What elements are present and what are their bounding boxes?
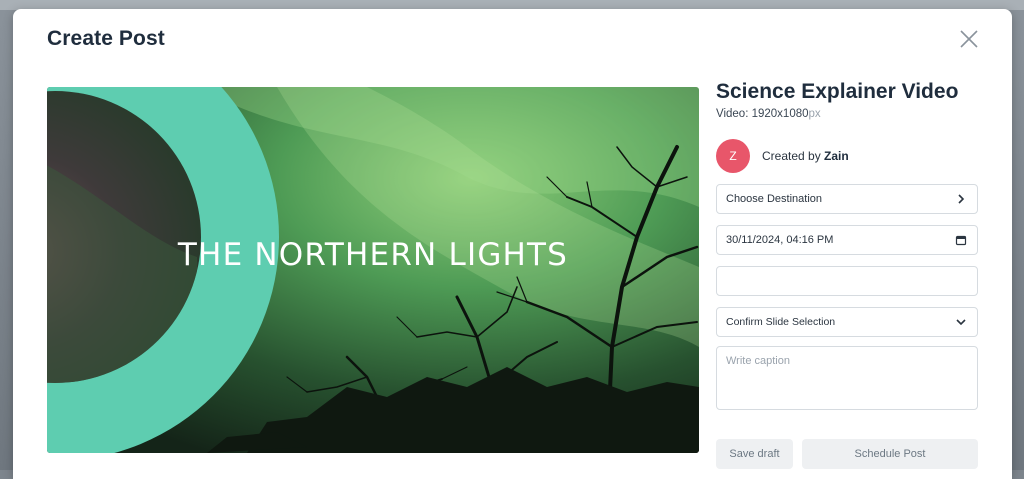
video-title: Science Explainer Video	[716, 80, 959, 103]
close-icon	[960, 30, 978, 48]
close-button[interactable]	[957, 27, 981, 51]
creator-text: Created by Zain	[762, 149, 849, 163]
video-dimensions-value: Video: 1920x1080	[716, 108, 809, 120]
creator-row: Z Created by Zain	[716, 139, 978, 173]
slide-title-overlay: THE NORTHERN LIGHTS	[177, 237, 569, 273]
video-dimensions: Video: 1920x1080px	[716, 108, 978, 120]
choose-destination-label: Choose Destination	[726, 193, 823, 205]
slide-preview[interactable]: THE NORTHERN LIGHTS	[47, 87, 699, 453]
calendar-icon[interactable]	[955, 234, 967, 246]
datetime-value: 30/11/2024, 04:16 PM	[726, 234, 834, 246]
confirm-slide-selection-dropdown[interactable]: Confirm Slide Selection	[716, 307, 978, 337]
creator-name: Zain	[824, 149, 849, 163]
caption-textarea[interactable]	[716, 346, 978, 410]
chevron-down-icon	[956, 319, 966, 326]
modal-actions: Save draft Schedule Post	[716, 439, 978, 469]
post-details-panel: Science Explainer Video Video: 1920x1080…	[716, 79, 978, 410]
create-post-modal: Create Post THE NORTHERN LIGHTS Science …	[13, 9, 1012, 479]
avatar: Z	[716, 139, 750, 173]
save-draft-button[interactable]: Save draft	[716, 439, 793, 469]
blank-input-field[interactable]	[716, 266, 978, 296]
created-by-label: Created by	[762, 149, 821, 163]
video-dimensions-unit: px	[808, 108, 821, 120]
choose-destination-button[interactable]: Choose Destination	[716, 184, 978, 214]
modal-title: Create Post	[47, 27, 165, 50]
confirm-slide-selection-label: Confirm Slide Selection	[726, 316, 836, 328]
chevron-right-icon	[958, 194, 965, 204]
schedule-post-button[interactable]: Schedule Post	[802, 439, 978, 469]
schedule-datetime-input[interactable]: 30/11/2024, 04:16 PM	[716, 225, 978, 255]
